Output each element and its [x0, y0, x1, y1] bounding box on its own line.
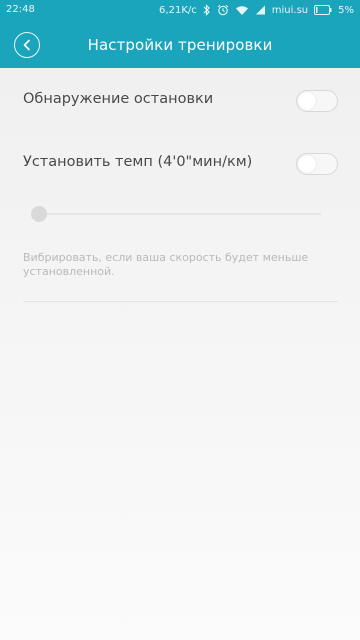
alarm-icon	[217, 3, 229, 17]
set-pace-row: Установить темп (4'0"мин/км)	[0, 142, 360, 186]
network-speed: 6,21K/c	[159, 4, 197, 16]
battery-icon	[314, 3, 332, 17]
title-bar: Настройки тренировки	[0, 22, 360, 68]
slider-thumb[interactable]	[31, 206, 47, 222]
stop-detection-row: Обнаружение остановки	[0, 79, 360, 123]
toggle-knob	[298, 92, 316, 110]
pace-slider[interactable]	[31, 205, 321, 223]
header: 22:48 6,21K/c miui.su 5% Настройки трени…	[0, 0, 360, 68]
battery-level: 5%	[338, 4, 354, 16]
status-bar: 22:48 6,21K/c miui.su 5%	[0, 0, 360, 22]
bluetooth-icon	[203, 3, 211, 17]
stop-detection-label: Обнаружение остановки	[23, 91, 214, 107]
signal-icon	[255, 3, 266, 17]
slider-track	[31, 213, 321, 215]
wifi-icon	[235, 3, 249, 17]
divider	[23, 301, 338, 302]
status-right: 6,21K/c miui.su 5%	[159, 3, 354, 17]
page-title: Настройки тренировки	[87, 36, 273, 54]
set-pace-label: Установить темп (4'0"мин/км)	[23, 154, 253, 170]
pace-hint-text: Вибрировать, если ваша скорость будет ме…	[23, 251, 309, 278]
set-pace-toggle[interactable]	[296, 153, 338, 175]
toggle-knob	[298, 155, 316, 173]
settings-content: Обнаружение остановки Установить темп (4…	[0, 68, 360, 640]
status-time: 22:48	[6, 4, 35, 15]
stop-detection-toggle[interactable]	[296, 90, 338, 112]
carrier-name: miui.su	[271, 4, 309, 16]
